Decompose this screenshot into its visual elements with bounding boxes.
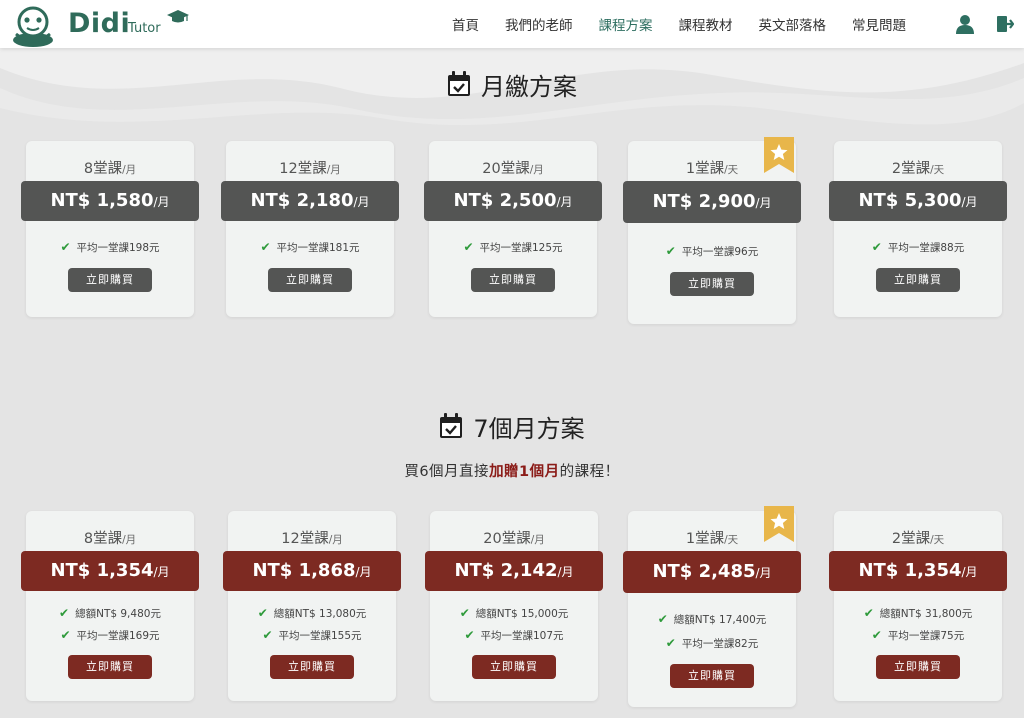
feature-item: ✔ 平均一堂課181元 xyxy=(260,240,360,254)
promo-subtitle: 買6個月直接加贈1個月的課程！ xyxy=(404,464,620,480)
logo[interactable]: Didi Tutor xyxy=(10,4,210,47)
promo-highlight: 加贈1個月 xyxy=(489,464,560,480)
plan-card: 20堂課/月 NT$ 2,142/月 ✔ 總額NT$ 15,000元 ✔ 平均一堂課… xyxy=(425,511,603,701)
check-icon: ✔ xyxy=(60,628,71,642)
card-lessons: 20堂課/月 xyxy=(483,531,545,547)
card-lessons: 2堂課/天 xyxy=(891,161,945,177)
plan-card: 12堂課/月 NT$ 1,868/月 ✔ 總額NT$ 13,080元 ✔ 平均一堂課… xyxy=(223,511,401,701)
nav-materials[interactable]: 課程教材 xyxy=(679,14,733,34)
feature-item: ✔ 平均一堂課155元 xyxy=(262,628,362,642)
main-nav: 首頁 我們的老師 課程方案 課程教材 英文部落格 常見問題 xyxy=(452,0,932,48)
plan-card: 2堂課/天 NT$ 5,300/月 ✔ 平均一堂課88元 立即購買 xyxy=(829,141,1007,317)
calendar-check-icon xyxy=(448,71,470,96)
nav-blog[interactable]: 英文部落格 xyxy=(759,14,827,34)
price-bar: NT$ 1,354/月 xyxy=(829,551,1007,591)
feature-item: ✔ 平均一堂課88元 xyxy=(871,240,965,254)
nav-teachers[interactable]: 我們的老師 xyxy=(505,14,573,34)
buy-now-button[interactable]: 立即購買 xyxy=(471,268,555,292)
buy-now-button[interactable]: 立即購買 xyxy=(68,268,152,292)
feature-item: ✔ 平均一堂課107元 xyxy=(464,628,564,642)
buy-now-button[interactable]: 立即購買 xyxy=(876,655,960,679)
check-icon: ✔ xyxy=(59,606,70,620)
feature-item: ✔ 總額NT$ 13,080元 xyxy=(257,606,367,620)
brand-name: Didi xyxy=(68,8,131,39)
plan-card: 12堂課/月 NT$ 2,180/月 ✔ 平均一堂課181元 立即購買 xyxy=(221,141,399,317)
logout-icon[interactable] xyxy=(996,14,1014,34)
check-icon: ✔ xyxy=(657,612,668,626)
check-icon: ✔ xyxy=(459,606,470,620)
feature-item: ✔ 總額NT$ 31,800元 xyxy=(863,606,973,620)
feature-item: ✔ 平均一堂課82元 xyxy=(665,636,759,650)
star-icon xyxy=(764,506,794,542)
check-icon: ✔ xyxy=(260,240,271,254)
section-title-text: 7個月方案 xyxy=(473,414,585,443)
check-icon: ✔ xyxy=(871,240,882,254)
check-icon: ✔ xyxy=(863,606,874,620)
card-lessons: 20堂課/月 xyxy=(482,161,544,177)
feature-item: ✔ 平均一堂課198元 xyxy=(60,240,160,254)
brand-sub: Tutor xyxy=(128,21,161,36)
nav-home[interactable]: 首頁 xyxy=(452,14,479,34)
plan-card: 2堂課/天 NT$ 1,354/月 ✔ 總額NT$ 31,800元 ✔ 平均一堂課7… xyxy=(829,511,1007,701)
nav-faq[interactable]: 常見問題 xyxy=(852,14,906,34)
buy-now-button[interactable]: 立即購買 xyxy=(270,655,354,679)
check-icon: ✔ xyxy=(257,606,268,620)
check-icon: ✔ xyxy=(665,636,676,650)
card-lessons: 12堂課/月 xyxy=(281,531,343,547)
buy-now-button[interactable]: 立即購買 xyxy=(472,655,556,679)
mascot-logo-icon xyxy=(13,6,53,47)
card-lessons: 12堂課/月 xyxy=(279,161,341,177)
check-icon: ✔ xyxy=(463,240,474,254)
plan-card: 8堂課/月 NT$ 1,354/月 ✔ 總額NT$ 9,480元 ✔ 平均一堂課16… xyxy=(21,511,199,701)
feature-item: ✔ 總額NT$ 17,400元 xyxy=(657,612,767,626)
card-lessons: 8堂課/月 xyxy=(83,161,137,177)
section-title-seven-month: 7個月方案 xyxy=(0,410,1024,443)
price-bar: NT$ 1,868/月 xyxy=(223,551,401,591)
star-icon xyxy=(764,137,794,173)
price-bar: NT$ 1,580/月 xyxy=(21,181,199,221)
card-lessons: 8堂課/月 xyxy=(83,531,137,547)
feature-item: ✔ 平均一堂課169元 xyxy=(60,628,160,642)
section-title-monthly: 月繳方案 xyxy=(0,68,1024,101)
check-icon: ✔ xyxy=(60,240,71,254)
check-icon: ✔ xyxy=(464,628,475,642)
check-icon: ✔ xyxy=(262,628,273,642)
plan-card: 20堂課/月 NT$ 2,500/月 ✔ 平均一堂課125元 立即購買 xyxy=(424,141,602,317)
feature-item: ✔ 平均一堂課75元 xyxy=(871,628,965,642)
check-icon: ✔ xyxy=(871,628,882,642)
feature-item: ✔ 平均一堂課125元 xyxy=(463,240,563,254)
buy-now-button[interactable]: 立即購買 xyxy=(68,655,152,679)
check-icon: ✔ xyxy=(665,244,676,258)
price-bar: NT$ 2,900/月 xyxy=(623,181,801,223)
price-bar: NT$ 1,354/月 xyxy=(21,551,199,591)
nav-plans[interactable]: 課程方案 xyxy=(599,14,653,34)
feature-item: ✔ 總額NT$ 15,000元 xyxy=(459,606,569,620)
feature-item: ✔ 平均一堂課96元 xyxy=(665,244,759,258)
price-bar: NT$ 2,500/月 xyxy=(424,181,602,221)
card-lessons: 2堂課/天 xyxy=(891,531,945,547)
calendar-check-icon xyxy=(440,413,463,438)
buy-now-button[interactable]: 立即購買 xyxy=(268,268,352,292)
price-bar: NT$ 2,142/月 xyxy=(425,551,603,591)
price-bar: NT$ 2,485/月 xyxy=(623,551,801,593)
buy-now-button[interactable]: 立即購買 xyxy=(670,272,754,296)
user-icon[interactable] xyxy=(956,14,974,34)
top-navbar: Didi Tutor 首頁 我們的老師 課程方案 課程教材 英文部落格 常見問題 xyxy=(0,0,1024,48)
graduation-cap-icon xyxy=(167,10,189,23)
section-title-text: 月繳方案 xyxy=(481,72,577,101)
price-bar: NT$ 5,300/月 xyxy=(829,181,1007,221)
plan-card: 8堂課/月 NT$ 1,580/月 ✔ 平均一堂課198元 立即購買 xyxy=(21,141,199,317)
buy-now-button[interactable]: 立即購買 xyxy=(670,664,754,688)
price-bar: NT$ 2,180/月 xyxy=(221,181,399,221)
buy-now-button[interactable]: 立即購買 xyxy=(876,268,960,292)
feature-item: ✔ 總額NT$ 9,480元 xyxy=(59,606,161,620)
